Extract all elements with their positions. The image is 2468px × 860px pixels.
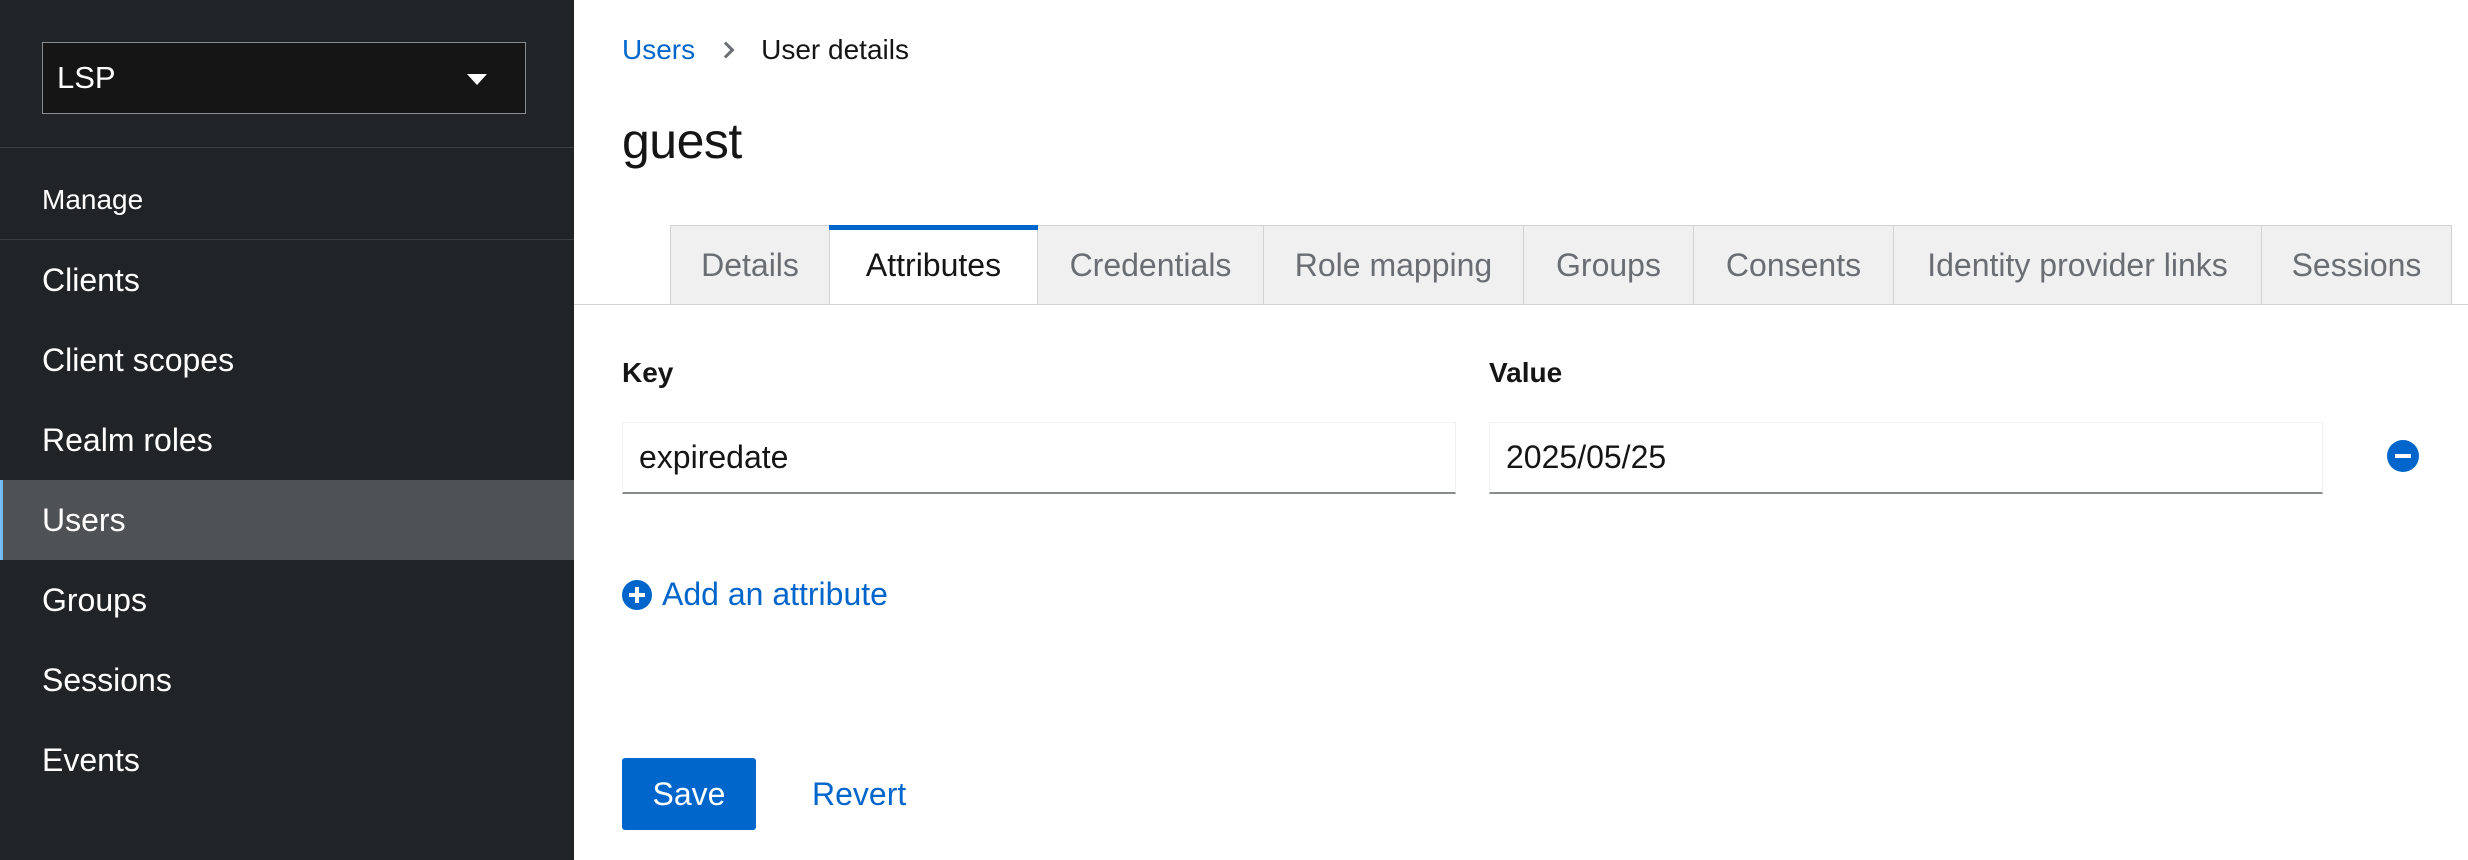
realm-selector[interactable]: LSP xyxy=(42,42,526,114)
revert-button[interactable]: Revert xyxy=(794,758,924,830)
nav-list: Clients Client scopes Realm roles Users … xyxy=(0,240,574,800)
main-content: Users User details guest Details Attribu… xyxy=(574,0,2468,860)
tab-groups[interactable]: Groups xyxy=(1524,225,1694,305)
realm-selector-value: LSP xyxy=(57,60,116,95)
sidebar-item-realm-roles[interactable]: Realm roles xyxy=(0,400,574,480)
sidebar-item-groups[interactable]: Groups xyxy=(0,560,574,640)
save-button[interactable]: Save xyxy=(622,758,756,830)
sidebar-item-clients[interactable]: Clients xyxy=(0,240,574,320)
remove-attribute-icon[interactable] xyxy=(2387,440,2419,472)
tab-credentials[interactable]: Credentials xyxy=(1038,225,1264,305)
add-attribute-label: Add an attribute xyxy=(662,576,888,612)
sidebar-item-client-scopes[interactable]: Client scopes xyxy=(0,320,574,400)
breadcrumb-current: User details xyxy=(761,34,909,65)
tab-sessions[interactable]: Sessions xyxy=(2262,225,2452,305)
plus-circle-icon xyxy=(622,579,652,610)
attribute-key-input[interactable] xyxy=(622,422,1456,494)
sidebar: LSP Manage Clients Client scopes Realm r… xyxy=(0,0,574,860)
attribute-value-input[interactable] xyxy=(1489,422,2323,494)
add-attribute-button[interactable]: Add an attribute xyxy=(622,576,888,613)
tab-consents[interactable]: Consents xyxy=(1694,225,1894,305)
breadcrumb: Users User details xyxy=(622,34,909,66)
sidebar-item-sessions[interactable]: Sessions xyxy=(0,640,574,720)
key-column-label: Key xyxy=(622,357,674,388)
caret-down-icon xyxy=(467,74,487,85)
sidebar-item-users[interactable]: Users xyxy=(0,480,574,560)
tab-details[interactable]: Details xyxy=(670,225,830,305)
breadcrumb-link-users[interactable]: Users xyxy=(622,34,695,66)
value-column-label: Value xyxy=(1489,357,1563,388)
tab-role-mapping[interactable]: Role mapping xyxy=(1264,225,1524,305)
tab-bar: Details Attributes Credentials Role mapp… xyxy=(670,225,2452,305)
sidebar-item-events[interactable]: Events xyxy=(0,720,574,800)
tab-identity-provider-links[interactable]: Identity provider links xyxy=(1894,225,2262,305)
page-title: guest xyxy=(622,113,742,169)
chevron-right-icon xyxy=(717,39,739,61)
tab-attributes[interactable]: Attributes xyxy=(829,225,1038,305)
nav-section-title: Manage xyxy=(42,184,144,215)
tabs-divider xyxy=(574,304,2468,305)
sidebar-divider xyxy=(0,147,574,148)
